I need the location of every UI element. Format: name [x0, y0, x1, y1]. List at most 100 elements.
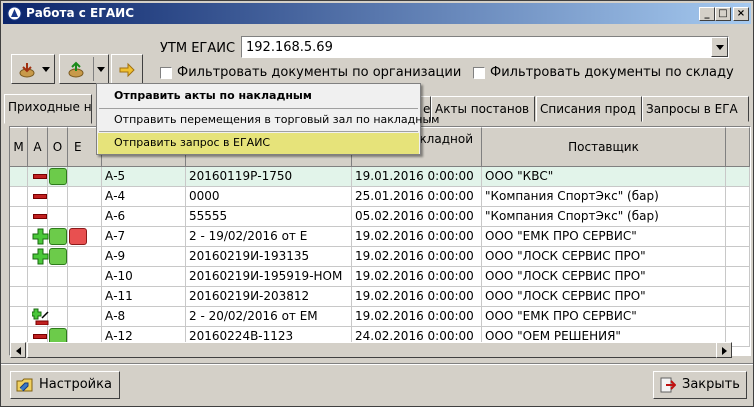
menu-item-send-request[interactable]: Отправить запрос в ЕГАИС: [98, 133, 419, 154]
chevron-down-icon: [716, 45, 724, 50]
scroll-left-button[interactable]: [10, 342, 26, 358]
cell: [726, 267, 750, 287]
menu-item-send-acts[interactable]: Отправить акты по накладным: [98, 86, 419, 106]
send-docs-icon: [68, 61, 84, 78]
edit-marker-icon: [32, 308, 49, 325]
tab-egais-requests[interactable]: Запросы в ЕГА: [642, 96, 749, 122]
status-ok-icon: [49, 248, 67, 265]
close-window-button[interactable]: ×: [733, 7, 749, 21]
close-button[interactable]: Закрыть: [653, 371, 747, 399]
utm-dropdown-button[interactable]: [711, 37, 728, 57]
utm-address-select[interactable]: 192.168.5.69: [241, 36, 729, 58]
tab-incoming[interactable]: Приходные н: [4, 94, 92, 124]
cell-doc-number: 0000: [186, 187, 352, 207]
table-row[interactable]: А-5 20160119Р-1750 19.01.2016 0:00:00 ООО "…: [10, 167, 750, 187]
utm-label: УТМ ЕГАИС: [160, 41, 236, 56]
cell: [726, 307, 750, 327]
cell: [48, 187, 68, 207]
cell: [68, 267, 102, 287]
cell: [28, 267, 48, 287]
cell: [726, 187, 750, 207]
cell-date: 19.02.2016 0:00:00: [352, 227, 482, 247]
cell-date: 05.02.2016 0:00:00: [352, 207, 482, 227]
status-ok-icon: [49, 168, 67, 185]
cell: [726, 207, 750, 227]
tab-write-offs[interactable]: Списания прод: [536, 96, 642, 122]
receive-button[interactable]: [11, 54, 55, 84]
forward-arrow-icon: [119, 62, 135, 78]
cell-doc-number: 20160219И-203812: [186, 287, 352, 307]
table-row[interactable]: А-10 20160219И-195919-НОМ 19.02.2016 0:00:…: [10, 267, 750, 287]
close-button-label: Закрыть: [682, 377, 740, 392]
cell-date: 19.02.2016 0:00:00: [352, 267, 482, 287]
cell-supplier: ООО "ЕМК ПРО СЕРВИС": [482, 307, 726, 327]
chevron-down-icon: [97, 67, 105, 72]
cell-supplier: ООО "ЛОСК СЕРВИС ПРО": [482, 247, 726, 267]
main-window: Работа с ЕГАИС _ □ × УТМ ЕГАИС 192.168.5…: [0, 0, 754, 407]
menu-item-send-transfers[interactable]: Отправить перемещения в торговый зал по …: [98, 110, 439, 130]
tab-registration-acts[interactable]: Акты постанов: [431, 96, 535, 122]
cell-number: А-11: [102, 287, 186, 307]
title-bar[interactable]: Работа с ЕГАИС _ □ ×: [3, 3, 751, 24]
filter-by-warehouse-checkbox[interactable]: [473, 67, 485, 79]
cell: [68, 167, 102, 187]
cell: [68, 247, 102, 267]
cell-supplier: "Компания СпортЭкс" (бар): [482, 187, 726, 207]
cell-supplier: "Компания СпортЭкс" (бар): [482, 207, 726, 227]
col-header-extra: [726, 127, 750, 167]
scroll-thumb[interactable]: [27, 342, 717, 358]
documents-table: М А О Е кладной Поставщик А-5 20160119Р-1…: [9, 126, 751, 356]
settings-folder-icon: [16, 378, 33, 392]
menu-separator: [99, 131, 418, 132]
cell-date: 19.02.2016 0:00:00: [352, 287, 482, 307]
minus-marker-icon: [33, 334, 47, 339]
table-row[interactable]: А-11 20160219И-203812 19.02.2016 0:00:00 ОО…: [10, 287, 750, 307]
cell: [10, 187, 28, 207]
cell: [68, 287, 102, 307]
maximize-button[interactable]: □: [715, 7, 731, 21]
cell-number: А-8: [102, 307, 186, 327]
table-row[interactable]: А-6 55555 05.02.2016 0:00:00 "Компания Спор…: [10, 207, 750, 227]
cell-date: 19.02.2016 0:00:00: [352, 307, 482, 327]
horizontal-scrollbar[interactable]: [10, 342, 732, 358]
cell: [68, 207, 102, 227]
status-error-icon: [69, 228, 87, 245]
table-row[interactable]: А-8 2 - 20/02/2016 от ЕМ 19.02.2016 0:00:0…: [10, 307, 750, 327]
cell-number: А-4: [102, 187, 186, 207]
cell-supplier: ООО "ЛОСК СЕРВИС ПРО": [482, 287, 726, 307]
table-row[interactable]: А-9 20160219И-193135 19.02.2016 0:00:00 ООО…: [10, 247, 750, 267]
table-row[interactable]: А-7 2 - 19/02/2016 от Е 19.02.2016 0:00:00…: [10, 227, 750, 247]
divider: [1, 364, 753, 365]
cell: [726, 287, 750, 307]
cell: [10, 207, 28, 227]
cell: [10, 167, 28, 187]
minus-marker-icon: [33, 174, 47, 179]
col-header-o[interactable]: О: [48, 127, 68, 167]
cell: [48, 207, 68, 227]
col-header-m[interactable]: М: [10, 127, 28, 167]
scroll-right-button[interactable]: [716, 342, 732, 358]
settings-button-label: Настройка: [39, 377, 112, 392]
col-header-a[interactable]: А: [28, 127, 48, 167]
settings-button[interactable]: Настройка: [10, 371, 120, 399]
cell: [10, 227, 28, 247]
col-header-supplier[interactable]: Поставщик: [482, 127, 726, 167]
cell: [48, 267, 68, 287]
cell-number: А-7: [102, 227, 186, 247]
cell: [48, 287, 68, 307]
table-row[interactable]: А-4 0000 25.01.2016 0:00:00 "Компания Спорт…: [10, 187, 750, 207]
cell-number: А-6: [102, 207, 186, 227]
status-ok-icon: [49, 228, 67, 245]
cell-date: 19.02.2016 0:00:00: [352, 247, 482, 267]
filter-by-org-checkbox[interactable]: [160, 67, 172, 79]
utm-address-value: 192.168.5.69: [246, 40, 333, 55]
cell: [28, 287, 48, 307]
cell: [68, 187, 102, 207]
cell: [10, 247, 28, 267]
plus-marker-icon: [32, 228, 49, 245]
send-button[interactable]: [59, 54, 109, 84]
filter-by-org-label: Фильтровать документы по организации: [177, 65, 462, 80]
minimize-button[interactable]: _: [699, 7, 715, 21]
forward-button[interactable]: [111, 54, 143, 84]
filter-by-warehouse-label: Фильтровать документы по складу: [490, 65, 734, 80]
